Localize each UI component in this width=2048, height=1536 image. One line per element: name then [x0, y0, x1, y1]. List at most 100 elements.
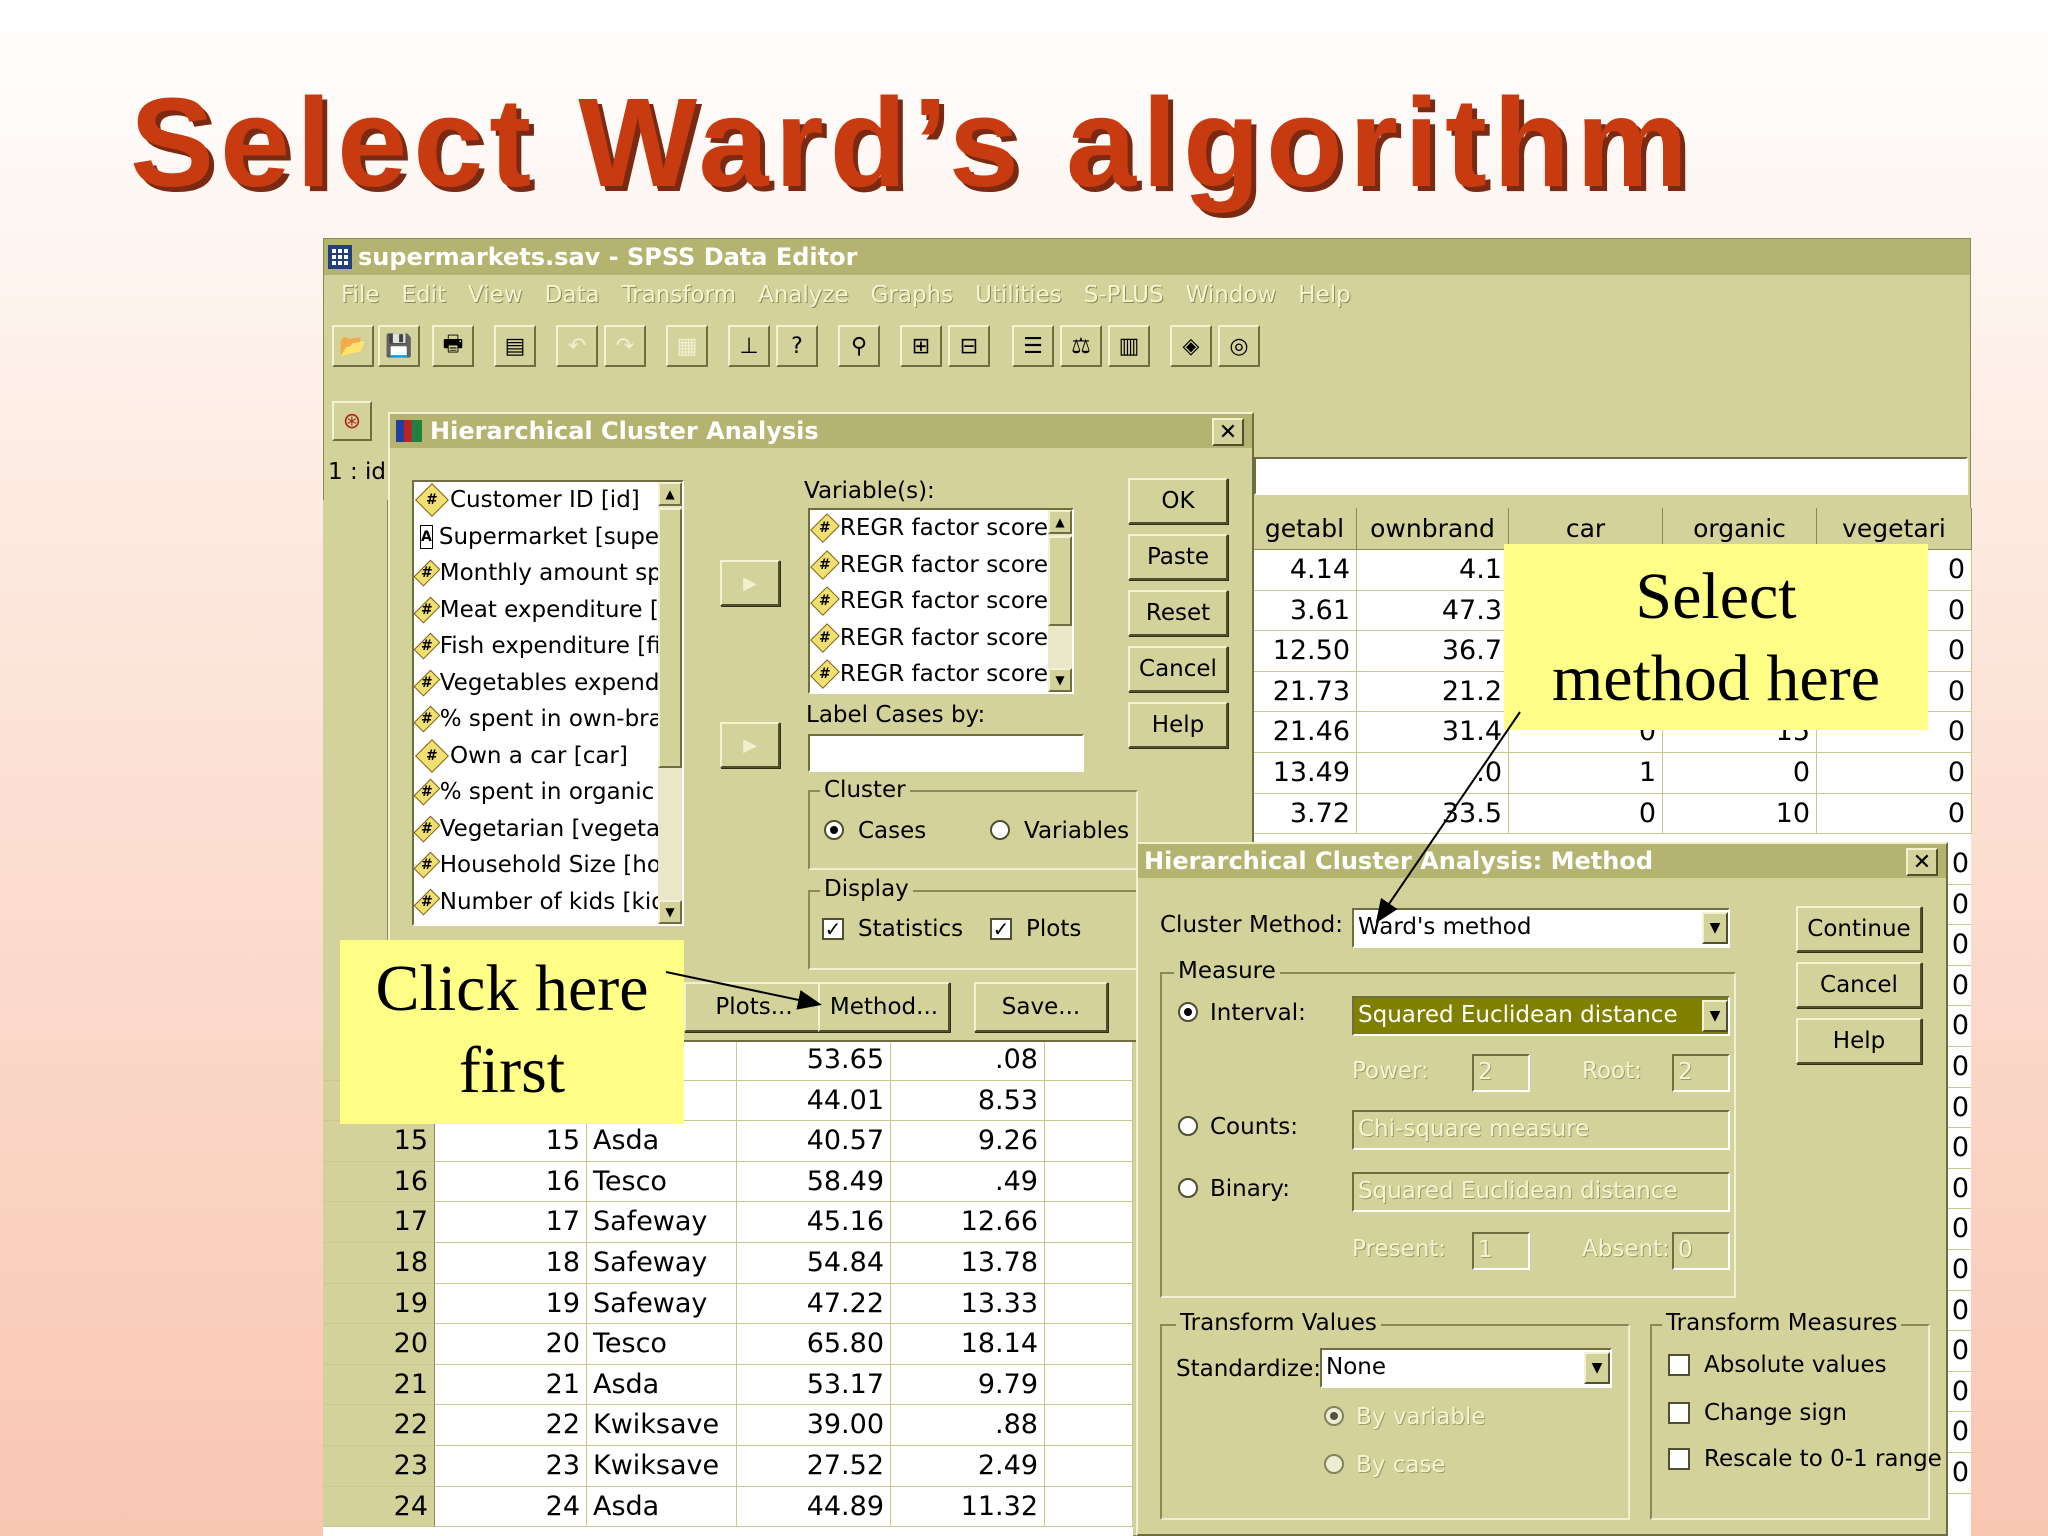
open-icon[interactable]: 📂: [332, 325, 374, 367]
goto-case-icon[interactable]: ⊥: [728, 325, 770, 367]
table-cell[interactable]: 0: [1944, 1047, 1971, 1088]
row-header-cell[interactable]: 15: [323, 1121, 435, 1162]
method-dialog-titlebar[interactable]: Hierarchical Cluster Analysis: Method: [1138, 844, 1946, 878]
table-cell[interactable]: 0: [1944, 1006, 1971, 1047]
table-cell[interactable]: 8.53: [891, 1080, 1045, 1122]
list-item[interactable]: # REGR factor score: [810, 656, 1048, 692]
table-cell[interactable]: 21.73: [1253, 671, 1357, 713]
table-cell[interactable]: 0: [1944, 925, 1971, 966]
table-cell[interactable]: 1: [1509, 752, 1663, 794]
table-cell[interactable]: [1045, 1486, 1133, 1528]
table-cell[interactable]: 33.5: [1357, 793, 1509, 835]
scroll-down-button[interactable]: ▼: [1048, 668, 1072, 692]
row-header-cell[interactable]: 24: [323, 1486, 435, 1528]
help-button[interactable]: Help: [1128, 702, 1228, 748]
list-item[interactable]: # REGR factor score: [810, 510, 1048, 547]
table-cell[interactable]: 20: [435, 1324, 587, 1365]
move-to-variables-button[interactable]: ▶: [720, 560, 780, 606]
table-cell[interactable]: .0: [1357, 752, 1509, 794]
variables-list[interactable]: # REGR factor score # REGR factor score # REG…: [808, 508, 1074, 694]
power-field[interactable]: 2: [1472, 1054, 1530, 1092]
table-cell[interactable]: 65.80: [737, 1324, 891, 1365]
source-variable-list[interactable]: #Customer ID [id]ASupermarket [supern#Mo…: [412, 480, 684, 926]
scroll-up-button[interactable]: ▲: [1048, 510, 1072, 534]
table-cell[interactable]: Safeway: [587, 1242, 737, 1284]
table-cell[interactable]: 0: [1944, 885, 1971, 926]
goto-chart-icon[interactable]: ▦: [666, 325, 708, 367]
table-cell[interactable]: 21.2: [1357, 671, 1509, 713]
table-cell[interactable]: Safeway: [587, 1202, 737, 1243]
weight-cases-icon[interactable]: ⚖: [1060, 325, 1102, 367]
undo-icon[interactable]: ↶: [556, 325, 598, 367]
table-cell[interactable]: 47.3: [1357, 590, 1509, 632]
list-item[interactable]: # Household Size [hou: [414, 847, 658, 884]
script-icon[interactable]: ⊛: [332, 401, 372, 441]
table-cell[interactable]: 3.61: [1253, 590, 1357, 632]
scroll-thumb[interactable]: [1048, 536, 1072, 626]
table-cell[interactable]: 0: [1944, 1169, 1971, 1210]
method-help-button[interactable]: Help: [1796, 1018, 1922, 1064]
by-variable-radio[interactable]: [1324, 1406, 1344, 1426]
insert-variable-icon[interactable]: ⊟: [948, 325, 990, 367]
change-sign-checkbox[interactable]: [1668, 1402, 1690, 1424]
table-cell[interactable]: 4.1: [1357, 550, 1509, 591]
table-cell[interactable]: 24: [435, 1486, 587, 1528]
grid-column-header[interactable]: ownbrand: [1357, 508, 1509, 550]
table-cell[interactable]: 53.65: [737, 1040, 891, 1081]
menu-s-plus[interactable]: S-PLUS: [1073, 282, 1175, 308]
table-cell[interactable]: 0: [1944, 1088, 1971, 1129]
table-cell[interactable]: Asda: [587, 1121, 737, 1162]
use-sets-icon[interactable]: ◎: [1218, 325, 1260, 367]
list-item[interactable]: # % spent in organic fo: [414, 774, 658, 811]
table-cell[interactable]: 0: [1509, 793, 1663, 835]
hca-close-button[interactable]: ✕: [1212, 418, 1244, 446]
present-field[interactable]: 1: [1472, 1232, 1530, 1270]
table-cell[interactable]: 0: [1944, 1453, 1971, 1494]
table-cell[interactable]: Asda: [587, 1364, 737, 1406]
table-cell[interactable]: 45.16: [737, 1202, 891, 1243]
table-cell[interactable]: 44.01: [737, 1080, 891, 1122]
menu-help[interactable]: Help: [1287, 282, 1361, 308]
rescale-checkbox[interactable]: [1668, 1448, 1690, 1470]
redo-icon[interactable]: ↷: [604, 325, 646, 367]
hca-dialog-titlebar[interactable]: Hierarchical Cluster Analysis: [390, 414, 1252, 448]
display-plots-checkbox[interactable]: ✓: [990, 917, 1012, 941]
table-cell[interactable]: 44.89: [737, 1486, 891, 1528]
table-cell[interactable]: 18.14: [891, 1324, 1045, 1365]
cluster-method-dropdown[interactable]: Ward's method: [1352, 908, 1730, 948]
table-cell[interactable]: .88: [891, 1405, 1045, 1446]
table-cell[interactable]: 4.14: [1253, 550, 1357, 591]
table-cell[interactable]: 0: [1944, 1412, 1971, 1453]
cluster-method-dropdown-button[interactable]: ▼: [1702, 912, 1728, 944]
list-item[interactable]: A Supermarket [supern: [414, 519, 658, 556]
table-cell[interactable]: 0: [1944, 1209, 1971, 1250]
table-cell[interactable]: 0: [1944, 966, 1971, 1007]
menu-transform[interactable]: Transform: [611, 282, 747, 308]
table-cell[interactable]: [1045, 1405, 1133, 1446]
table-cell[interactable]: 9.26: [891, 1121, 1045, 1162]
table-cell[interactable]: 13.78: [891, 1242, 1045, 1284]
table-cell[interactable]: 0: [1944, 844, 1971, 885]
row-header-cell[interactable]: 19: [323, 1283, 435, 1325]
table-cell[interactable]: 0: [1944, 1372, 1971, 1413]
table-cell[interactable]: 2.49: [891, 1445, 1045, 1487]
find-icon[interactable]: ⚲: [838, 325, 880, 367]
save-icon[interactable]: 💾: [378, 325, 420, 367]
table-cell[interactable]: 58.49: [737, 1161, 891, 1203]
method-button[interactable]: Method...: [818, 982, 950, 1032]
interval-radio[interactable]: [1178, 1002, 1198, 1022]
table-cell[interactable]: [1045, 1324, 1133, 1365]
interval-dropdown-button[interactable]: ▼: [1702, 1000, 1728, 1032]
row-header-cell[interactable]: 18: [323, 1242, 435, 1284]
table-cell[interactable]: Kwiksave: [587, 1405, 737, 1446]
grid-column-header[interactable]: getabl: [1253, 508, 1357, 550]
standardize-dropdown[interactable]: None: [1320, 1348, 1612, 1388]
list-item[interactable]: # REGR factor score: [810, 583, 1048, 620]
standardize-dropdown-button[interactable]: ▼: [1584, 1352, 1610, 1384]
counts-dropdown[interactable]: Chi-square measure: [1352, 1110, 1730, 1150]
scroll-down-button[interactable]: ▼: [658, 900, 682, 924]
variables-list-scrollbar[interactable]: ▲ ▼: [1048, 510, 1072, 692]
table-cell[interactable]: 9.79: [891, 1364, 1045, 1406]
table-cell[interactable]: 0: [1817, 793, 1972, 835]
list-item[interactable]: # % spent in own-bran: [414, 701, 658, 738]
